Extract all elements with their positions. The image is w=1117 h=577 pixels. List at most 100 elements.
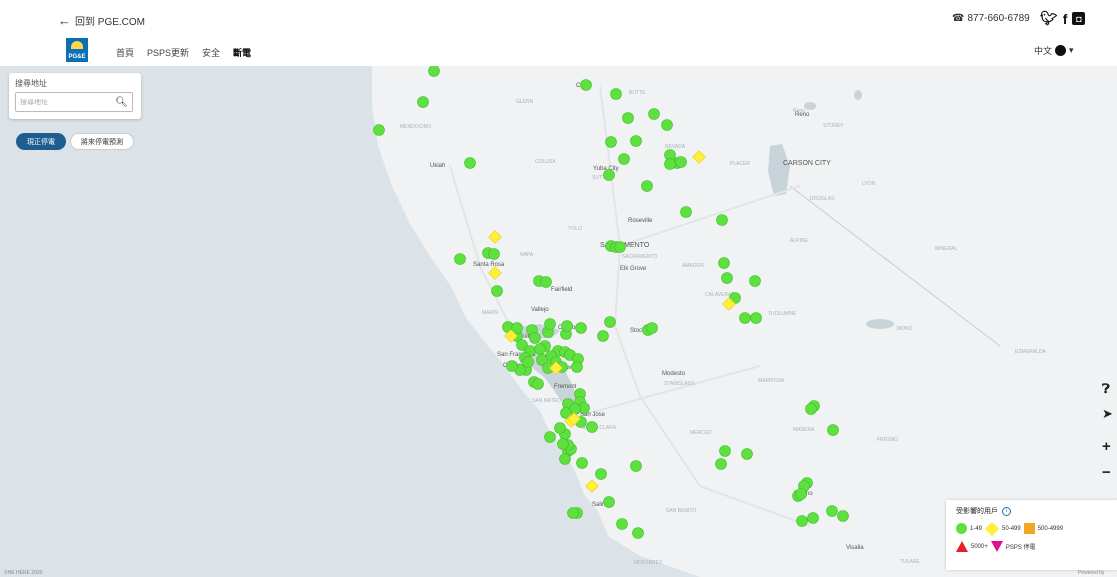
nav-item-psps-updates[interactable]: PSPS更新: [147, 46, 189, 59]
outage-marker-small[interactable]: [522, 356, 534, 368]
outage-marker-small[interactable]: [610, 88, 622, 100]
outage-marker-small[interactable]: [796, 515, 808, 527]
globe-icon: [1055, 45, 1067, 56]
svg-text:DOUGLAS: DOUGLAS: [810, 196, 835, 202]
nav-item-home[interactable]: 首頁: [116, 46, 134, 59]
legend-title: 受影響的用戶 i: [956, 506, 1107, 516]
outage-marker-small[interactable]: [739, 312, 751, 324]
outage-marker-small[interactable]: [580, 79, 592, 91]
nav-bar: PG&E 首頁 PSPS更新 安全 斷電 中文 ▾: [0, 38, 1117, 66]
outage-marker-small[interactable]: [826, 505, 838, 517]
outage-marker-small[interactable]: [417, 96, 429, 108]
outage-marker-small[interactable]: [632, 527, 644, 539]
zoom-in-button[interactable]: +: [1102, 438, 1111, 455]
outage-marker-small[interactable]: [630, 135, 642, 147]
outage-marker-small[interactable]: [795, 488, 807, 500]
outage-marker-small[interactable]: [805, 403, 817, 415]
outage-marker-small[interactable]: [614, 241, 626, 253]
outage-marker-small[interactable]: [567, 507, 579, 519]
outage-marker-small[interactable]: [827, 424, 839, 436]
outage-marker-small[interactable]: [604, 316, 616, 328]
pge-logo[interactable]: PG&E: [66, 38, 88, 62]
outage-marker-small[interactable]: [491, 285, 503, 297]
map-label-carson-city: CARSON CITY: [783, 160, 831, 167]
twitter-icon[interactable]: 🐦︎: [1040, 10, 1058, 27]
outage-marker-small[interactable]: [622, 112, 634, 124]
outage-marker-small[interactable]: [641, 180, 653, 192]
outage-marker-small[interactable]: [540, 276, 552, 288]
outage-marker-small[interactable]: [559, 453, 571, 465]
phone-label: 877-660-6789: [967, 13, 1030, 24]
outage-marker-small[interactable]: [597, 330, 609, 342]
zoom-out-button[interactable]: −: [1102, 464, 1111, 481]
tab-future-outages[interactable]: 將來停電預測: [70, 133, 134, 150]
outage-marker-small[interactable]: [664, 158, 676, 170]
locate-icon[interactable]: ➤: [1102, 406, 1113, 422]
facebook-icon[interactable]: f: [1063, 11, 1068, 27]
outage-marker-small[interactable]: [464, 157, 476, 169]
nav-item-outages[interactable]: 斷電: [233, 46, 251, 59]
outage-marker-small[interactable]: [557, 438, 569, 450]
outage-marker-small[interactable]: [373, 124, 385, 136]
outage-marker-small[interactable]: [428, 66, 440, 77]
outage-marker-small[interactable]: [544, 318, 556, 330]
outage-marker-small[interactable]: [603, 496, 615, 508]
outage-marker-small[interactable]: [616, 518, 628, 530]
map-label-modesto: Modesto: [662, 371, 686, 377]
outage-marker-small[interactable]: [529, 332, 541, 344]
tab-current-outages[interactable]: 現正停電: [16, 133, 66, 150]
outage-marker-small[interactable]: [561, 320, 573, 332]
svg-text:NEVADA: NEVADA: [665, 144, 686, 150]
outage-marker-small[interactable]: [837, 510, 849, 522]
nav-item-safety[interactable]: 安全: [202, 46, 220, 59]
outage-marker-small[interactable]: [721, 272, 733, 284]
outage-marker-small[interactable]: [618, 153, 630, 165]
outage-marker-small[interactable]: [680, 206, 692, 218]
outage-marker-small[interactable]: [716, 214, 728, 226]
outage-marker-small[interactable]: [750, 312, 762, 324]
svg-text:MENDOCINO: MENDOCINO: [400, 124, 431, 130]
svg-text:YOLO: YOLO: [568, 226, 582, 232]
language-selector[interactable]: 中文 ▾: [1034, 44, 1074, 57]
svg-text:MONTEREY: MONTEREY: [634, 560, 663, 566]
outage-marker-small[interactable]: [741, 448, 753, 460]
outage-marker-small[interactable]: [532, 378, 544, 390]
instagram-icon[interactable]: ◘: [1072, 12, 1086, 25]
outage-marker-small[interactable]: [603, 169, 615, 181]
outage-marker-small[interactable]: [605, 136, 617, 148]
outage-marker-small[interactable]: [807, 512, 819, 524]
address-search-input[interactable]: [20, 98, 116, 106]
outage-marker-small[interactable]: [586, 421, 598, 433]
outage-marker-small[interactable]: [534, 343, 546, 355]
outage-marker-small[interactable]: [554, 422, 566, 434]
outage-marker-small[interactable]: [661, 119, 673, 131]
help-icon[interactable]: ❓︎: [1102, 381, 1110, 397]
outage-marker-small[interactable]: [544, 431, 556, 443]
outage-marker-small[interactable]: [646, 322, 658, 334]
outage-marker-small[interactable]: [715, 458, 727, 470]
outage-marker-small[interactable]: [595, 468, 607, 480]
outage-marker-small[interactable]: [576, 457, 588, 469]
arrow-left-icon: ←: [58, 12, 71, 28]
phone-number[interactable]: ☎ 877-660-6789: [952, 13, 1030, 24]
outage-marker-small[interactable]: [571, 361, 583, 373]
legend-row-2: 5000+ PSPS 停電: [956, 541, 1107, 552]
outage-marker-small[interactable]: [630, 460, 642, 472]
map-legend: 受影響的用戶 i 1-49 50-499 500-4999 5000+ PSPS…: [946, 500, 1117, 570]
svg-text:FRESNO: FRESNO: [877, 437, 898, 443]
outage-marker-small[interactable]: [454, 253, 466, 265]
outage-marker-small[interactable]: [648, 108, 660, 120]
outage-marker-small[interactable]: [506, 360, 518, 372]
outage-marker-small[interactable]: [749, 275, 761, 287]
search-icon[interactable]: 🔍︎: [115, 97, 128, 108]
outage-marker-small[interactable]: [675, 156, 687, 168]
outage-marker-small[interactable]: [575, 322, 587, 334]
svg-text:ALPINE: ALPINE: [790, 238, 808, 244]
powered-by[interactable]: Powered by: [1078, 570, 1104, 576]
svg-text:SAN BENITO: SAN BENITO: [666, 508, 696, 514]
outage-marker-small[interactable]: [488, 248, 500, 260]
outage-marker-small[interactable]: [719, 445, 731, 457]
outage-marker-small[interactable]: [718, 257, 730, 269]
info-icon[interactable]: i: [1002, 506, 1011, 516]
back-to-pge-link[interactable]: ← 回到 PGE.COM: [58, 12, 145, 29]
